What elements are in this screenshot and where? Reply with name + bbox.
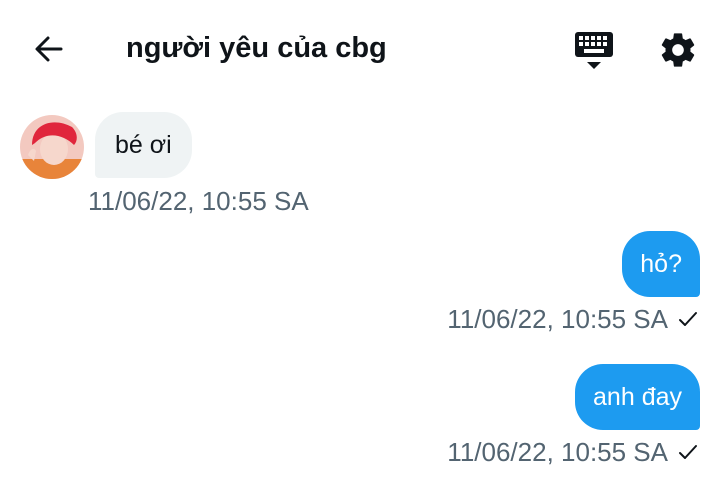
outgoing-message-bubble[interactable]: hỏ? (622, 231, 700, 297)
conversation-header: người yêu của cbg (0, 0, 720, 100)
chat-screen: người yêu của cbg bé ơi 11/06/22, 10:55 … (0, 0, 720, 488)
outgoing-message-bubble[interactable]: anh đay (575, 364, 700, 430)
avatar[interactable] (20, 115, 84, 179)
avatar-image (20, 115, 84, 179)
keyboard-button[interactable] (574, 30, 614, 72)
message-meta: 11/06/22, 10:55 SA (447, 437, 698, 467)
back-button[interactable] (30, 30, 68, 68)
message-timestamp: 11/06/22, 10:55 SA (447, 437, 668, 467)
conversation-title[interactable]: người yêu của cbg (126, 28, 387, 68)
arrow-left-icon (35, 36, 63, 62)
check-icon (679, 312, 697, 326)
settings-button[interactable] (658, 30, 698, 70)
message-timestamp: 11/06/22, 10:55 SA (447, 304, 668, 334)
message-timestamp: 11/06/22, 10:55 SA (88, 186, 309, 216)
check-icon (679, 445, 697, 459)
keyboard-icon (575, 32, 613, 69)
gear-icon (661, 33, 695, 67)
incoming-message-bubble[interactable]: bé ơi (95, 112, 192, 178)
message-meta: 11/06/22, 10:55 SA (447, 304, 698, 334)
